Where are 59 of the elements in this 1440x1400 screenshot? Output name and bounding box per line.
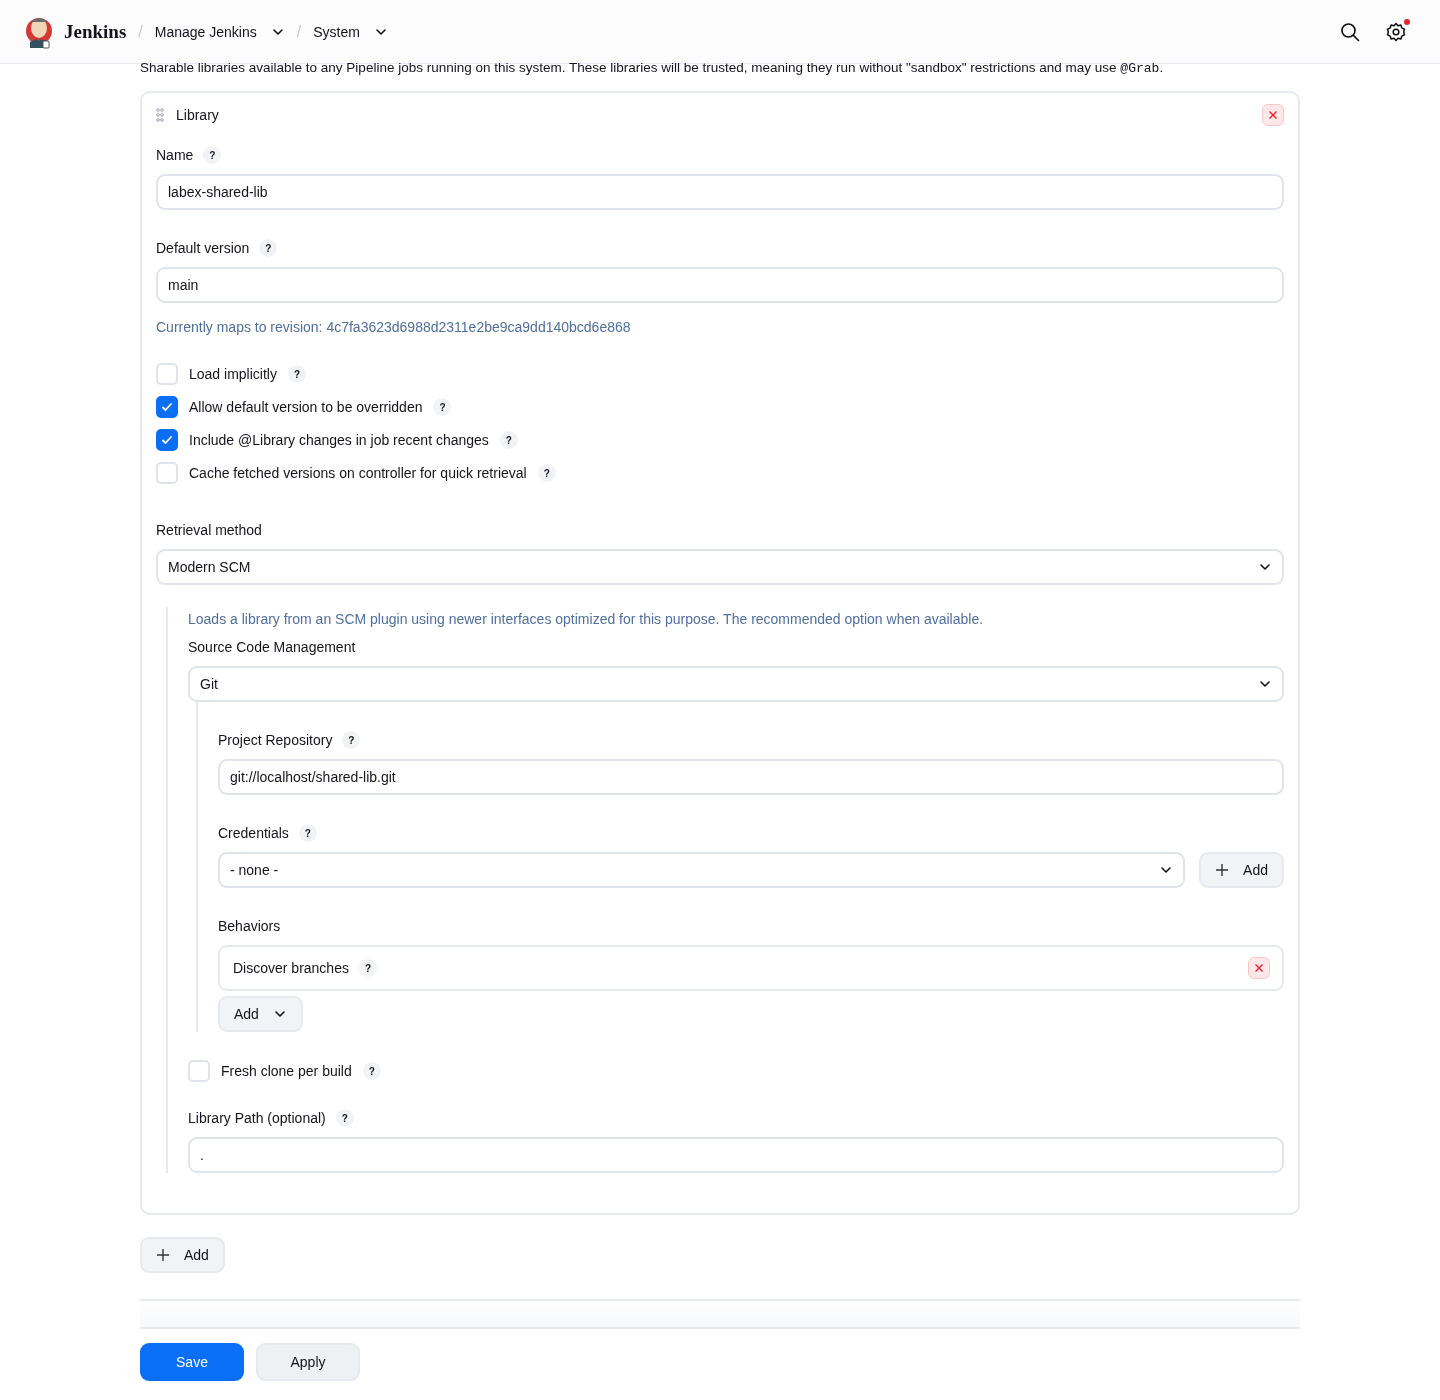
help-button[interactable]: ? [259,239,278,257]
retrieval-method-select[interactable]: Modern SCM [156,549,1284,585]
checkbox-label: Load implicitly [189,366,277,382]
field-label: Source Code Management [188,639,356,655]
field-label: Credentials [218,825,289,841]
default-version-field[interactable]: main [156,267,1284,303]
credentials-select[interactable]: - none - [218,852,1186,888]
help-button[interactable]: ? [298,824,317,842]
checkbox-label: Cache fetched versions on controller for quick retrieval [189,465,527,481]
help-button[interactable]: ? [203,146,222,164]
help-button[interactable]: ? [287,365,306,383]
save-button[interactable]: Save [140,1343,244,1381]
checkbox-label: Include @Library changes in job recent changes [189,432,489,448]
revision-note: Currently maps to revision: 4c7fa3623d6988d2311e2be9ca9dd140bcd6e868 [156,319,632,335]
checkbox-label: Fresh clone per build [221,1063,352,1079]
breadcrumb-link[interactable]: System [313,23,360,40]
field-label: Project Repository [218,732,333,748]
checkbox[interactable] [156,396,178,418]
plus-icon [156,1248,170,1262]
checkmark-icon [161,401,173,413]
field-label: Library Path (optional) [188,1110,326,1126]
apply-button[interactable]: Apply [256,1343,360,1381]
help-button[interactable]: ? [358,959,377,977]
card-title: Library [176,107,219,123]
breadcrumb-separator: / [296,22,302,41]
help-button[interactable]: ? [362,1062,381,1080]
field-label: Default version [156,240,250,256]
help-button[interactable]: ? [335,1109,354,1127]
help-button[interactable]: ? [499,431,518,449]
field-label: Name [156,147,194,163]
breadcrumb-separator: / [138,22,143,41]
checkbox[interactable] [156,429,178,451]
repository-field[interactable]: git://localhost/shared-lib.git [218,759,1284,795]
field-label: Behaviors [218,918,281,934]
help-button[interactable]: ? [342,731,361,749]
search-icon[interactable] [1340,21,1360,42]
plus-icon [1215,863,1230,877]
breadcrumb-link[interactable]: Manage Jenkins [154,23,257,40]
brand-name[interactable]: Jenkins [64,20,127,43]
settings-icon[interactable] [1386,21,1406,42]
add-behavior-button[interactable]: Add [218,996,303,1032]
close-button[interactable] [1248,957,1270,979]
checkbox-label: Allow default version to be overridden [189,399,423,415]
help-button[interactable]: ? [537,464,556,482]
add-credentials-button[interactable]: Add [1199,852,1284,888]
checkmark-icon [161,434,173,446]
scm-select[interactable]: Git [188,666,1284,702]
library-path-field[interactable]: . [188,1137,1284,1173]
close-button[interactable] [1262,104,1284,126]
help-button[interactable]: ? [433,398,452,416]
field-label: Retrieval method [156,522,262,538]
retrieval-description: Loads a library from an SCM plugin using newer interfaces optimized for this purpose. The recommended option when available. [188,610,985,627]
close-icon [1268,110,1278,120]
add-library-button[interactable]: Add [140,1237,225,1273]
description-text: Sharable libraries available to any Pipeline jobs running on this system. These libraries will be trusted, meaning they run without "sandbox" restrictions and may use @Grab. [140,60,1165,77]
behavior-label: Discover branches [233,960,349,976]
close-icon [1254,963,1264,973]
name-field[interactable]: labex-shared-lib [156,174,1284,210]
drag-handle-icon[interactable] [156,108,164,122]
